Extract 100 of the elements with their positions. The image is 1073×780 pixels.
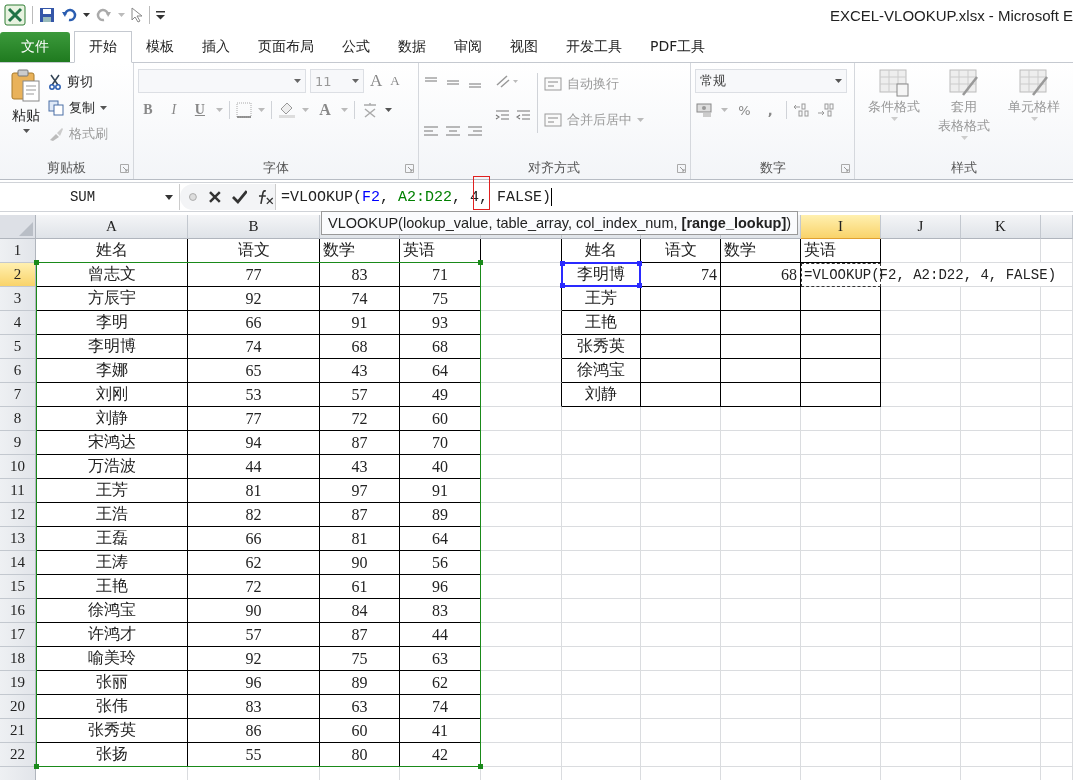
align-icon[interactable] (444, 125, 461, 139)
column-header[interactable]: B (188, 215, 320, 239)
select-all-corner[interactable] (0, 215, 36, 239)
launcher-icon[interactable] (404, 164, 414, 173)
percent-button[interactable]: % (734, 102, 755, 118)
ribbon-tab[interactable]: 插入 (188, 32, 244, 62)
empty-cell (1041, 743, 1073, 767)
font-style-button[interactable]: U (189, 102, 210, 118)
table-cell: 93 (400, 311, 481, 335)
align-icon[interactable] (422, 125, 439, 139)
table-cell: 62 (400, 671, 481, 695)
row-header[interactable]: 3 (0, 287, 36, 311)
clipboard-button[interactable]: 剪切 (48, 71, 108, 93)
row-header[interactable]: 20 (0, 695, 36, 719)
ribbon-tab[interactable]: PDF工具 (636, 32, 720, 62)
table-cell: 62 (188, 551, 320, 575)
wrap-text-icon (543, 76, 562, 92)
fill-bucket-icon[interactable] (277, 102, 296, 118)
ribbon-tab[interactable]: 页面布局 (244, 32, 328, 62)
table-cell: 王涛 (36, 551, 188, 575)
table-cell: 刘刚 (36, 383, 188, 407)
handle-icon[interactable] (188, 192, 198, 202)
empty-cell (1041, 551, 1073, 575)
row-header[interactable]: 14 (0, 551, 36, 575)
dropdown-caret-icon[interactable] (83, 12, 90, 18)
table-cell: 宋鸿达 (36, 431, 188, 455)
launcher-icon[interactable] (841, 164, 850, 173)
ribbon-tab[interactable]: 开始 (74, 31, 132, 63)
shrink-font-button[interactable]: A (388, 73, 402, 89)
save-icon[interactable] (39, 7, 55, 23)
empty-cell (1041, 359, 1073, 383)
row-header[interactable]: 12 (0, 503, 36, 527)
table-cell: 41 (400, 719, 481, 743)
ribbon-tab[interactable]: 开发工具 (552, 32, 636, 62)
row-header[interactable]: 5 (0, 335, 36, 359)
function-icon[interactable] (257, 189, 275, 205)
launcher-icon[interactable] (119, 164, 129, 173)
column-header[interactable]: I (801, 215, 881, 239)
row-header[interactable]: 4 (0, 311, 36, 335)
column-header[interactable]: K (961, 215, 1041, 239)
table-cell: 64 (400, 359, 481, 383)
empty-cell (1041, 527, 1073, 551)
redo-icon[interactable] (96, 7, 112, 23)
row-header[interactable]: 2 (0, 263, 36, 287)
increase-decimal-icon[interactable] (793, 103, 812, 117)
row-header[interactable]: 10 (0, 455, 36, 479)
column-header[interactable]: A (36, 215, 188, 239)
row-header[interactable]: 17 (0, 623, 36, 647)
ribbon-tab[interactable]: 文件 (0, 32, 70, 62)
font-name-field[interactable] (137, 69, 306, 93)
grow-font-button[interactable]: A (367, 71, 385, 91)
row-header[interactable]: 15 (0, 575, 36, 599)
ribbon-tab[interactable]: 公式 (328, 32, 384, 62)
cancel-icon[interactable] (207, 190, 222, 204)
caret-icon (890, 117, 898, 121)
number-format-field[interactable]: 常规 (695, 69, 848, 93)
row-header[interactable]: 7 (0, 383, 36, 407)
clipboard-button[interactable]: 复制 (48, 97, 108, 119)
row-header[interactable]: 6 (0, 359, 36, 383)
row-header[interactable]: 13 (0, 527, 36, 551)
row-header[interactable]: 9 (0, 431, 36, 455)
table-cell: 66 (188, 527, 320, 551)
empty-cell (1041, 335, 1073, 359)
empty-cell (1041, 239, 1073, 263)
customize-menu-icon[interactable] (156, 10, 165, 20)
row-header[interactable]: 16 (0, 599, 36, 623)
row-header[interactable]: 19 (0, 671, 36, 695)
align-icon[interactable] (466, 125, 483, 139)
name-box[interactable]: SUM (0, 184, 180, 210)
table-cell: 李娜 (36, 359, 188, 383)
paste-button[interactable]: 粘贴 (4, 69, 48, 157)
ribbon-tab[interactable]: 审阅 (440, 32, 496, 62)
row-header[interactable]: 18 (0, 647, 36, 671)
row-header[interactable]: 11 (0, 479, 36, 503)
row-header[interactable]: 8 (0, 407, 36, 431)
indent-icon[interactable] (494, 109, 531, 123)
caret-icon (1030, 117, 1038, 121)
border-icon[interactable] (235, 102, 252, 118)
row-header[interactable]: 1 (0, 239, 36, 263)
table-cell: 49 (400, 383, 481, 407)
table-cell: 数学 (320, 239, 400, 263)
row-header[interactable] (0, 767, 36, 780)
caret-icon (721, 108, 729, 112)
column-header[interactable] (1041, 215, 1073, 239)
caret-icon (257, 108, 265, 112)
ribbon-tab[interactable]: 模板 (132, 32, 188, 62)
row-header[interactable]: 22 (0, 743, 36, 767)
table-cell: 曾志文 (36, 263, 188, 287)
ribbon-tab[interactable]: 视图 (496, 32, 552, 62)
check-icon[interactable] (231, 190, 248, 204)
decrease-decimal-icon[interactable] (817, 103, 836, 117)
table-cell: 张伟 (36, 695, 188, 719)
undo-icon[interactable] (61, 7, 77, 23)
column-header[interactable]: J (881, 215, 961, 239)
ribbon-tab[interactable]: 数据 (384, 32, 440, 62)
row-header[interactable]: 21 (0, 719, 36, 743)
table-cell: 94 (188, 431, 320, 455)
text-angle-icon[interactable] (494, 73, 519, 89)
pointer-icon[interactable] (131, 7, 143, 23)
launcher-icon[interactable] (677, 164, 687, 173)
